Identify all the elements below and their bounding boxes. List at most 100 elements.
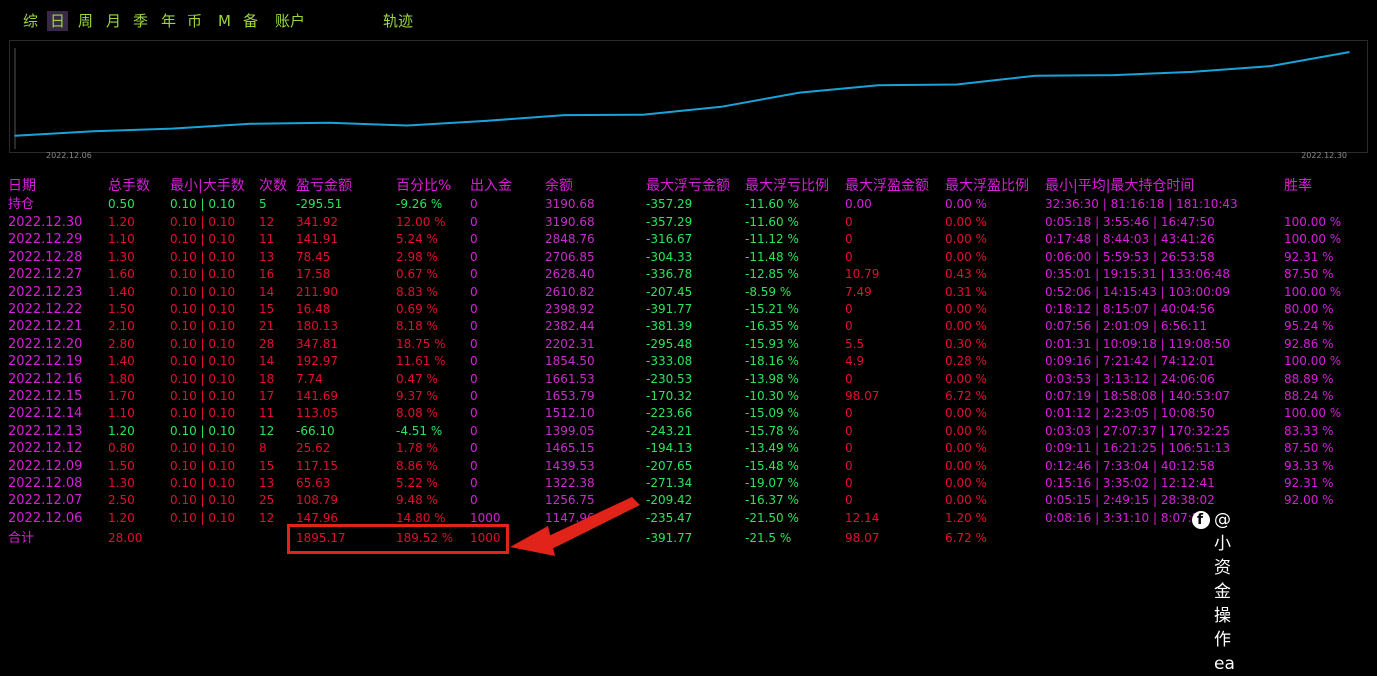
table-row-pnl: 211.90 xyxy=(296,284,338,299)
col-max-loss-header[interactable]: 最大浮亏金额 xyxy=(646,177,730,195)
table-row-total-lots: 1.20 xyxy=(108,423,135,438)
table-row-count: 15 xyxy=(259,302,275,316)
table-row-max-loss-pct: -8.59 % xyxy=(745,284,792,299)
table-row-min-max-lots: 0.10 | 0.10 xyxy=(170,302,236,316)
col-win-rate-header[interactable]: 胜率 xyxy=(1284,177,1312,195)
col-min-max-lots-header[interactable]: 最小|大手数 xyxy=(170,177,245,195)
col-total-lots-header[interactable]: 总手数 xyxy=(108,177,150,195)
col-balance-header[interactable]: 余额 xyxy=(545,177,573,195)
col-max-loss-pct-header[interactable]: 最大浮亏比例 xyxy=(745,177,829,195)
table-row-min-max-lots: 0.10 | 0.10 xyxy=(170,476,236,490)
col-hold-time-header[interactable]: 最小|平均|最大持仓时间 xyxy=(1045,177,1194,195)
col-max-profit-header[interactable]: 最大浮盈金额 xyxy=(845,177,929,195)
table-row-max-loss-pct: -12.85 % xyxy=(745,267,799,282)
table-row-total-lots: 1.40 xyxy=(108,354,135,369)
table-row-min-max-lots: 0.10 | 0.10 xyxy=(170,510,236,525)
table-row-count: 28 xyxy=(259,336,275,351)
table-row-balance: 1512.10 xyxy=(545,406,595,421)
table-row-max-profit: 0 xyxy=(845,319,853,334)
holding-row-count: 5 xyxy=(259,197,267,211)
table-row-max-profit: 12.14 xyxy=(845,510,880,525)
table-row-hold-time: 0:07:19 | 18:58:08 | 140:53:07 xyxy=(1045,389,1231,403)
table-row-hold-time: 0:03:03 | 27:07:37 | 170:32:25 xyxy=(1045,423,1231,438)
table-row-max-profit: 5.5 xyxy=(845,336,865,351)
table-row-balance: 2848.76 xyxy=(545,232,595,247)
table-row-total-lots: 2.80 xyxy=(108,336,135,351)
table-row-max-loss-pct: -11.48 % xyxy=(745,249,799,264)
col-pnl-header[interactable]: 盈亏金额 xyxy=(296,177,352,195)
table-row-count: 11 xyxy=(259,406,275,421)
table-row-hold-time: 0:35:01 | 19:15:31 | 133:06:48 xyxy=(1045,267,1231,282)
table-row-pct: 18.75 % xyxy=(396,336,446,351)
table-row-balance: 1399.05 xyxy=(545,423,595,438)
table-row-hold-time: 0:05:15 | 2:49:15 | 28:38:02 xyxy=(1045,493,1215,508)
table-row-pnl: 65.63 xyxy=(296,476,331,490)
table-row-win-rate: 80.00 % xyxy=(1284,302,1334,316)
table-row-max-profit-pct: 0.00 % xyxy=(945,441,987,456)
table-row-pnl: -66.10 xyxy=(296,423,335,438)
table-row-max-profit-pct: 0.00 % xyxy=(945,215,987,229)
table-row-max-loss: -391.77 xyxy=(646,302,693,316)
table-row-date: 2022.12.14 xyxy=(8,406,83,422)
table-row-pnl: 180.13 xyxy=(296,319,338,334)
col-flow-header[interactable]: 出入金 xyxy=(470,177,512,195)
table-row-max-profit-pct: 0.28 % xyxy=(945,354,987,369)
table-row-date: 2022.12.15 xyxy=(8,389,83,404)
table-row-max-loss-pct: -13.98 % xyxy=(745,371,799,386)
table-row-pct: 5.24 % xyxy=(396,232,438,247)
table-row-total-lots: 1.30 xyxy=(108,249,135,264)
table-row-pct: 9.48 % xyxy=(396,493,438,508)
table-row-pct: 12.00 % xyxy=(396,215,446,229)
table-row-count: 14 xyxy=(259,284,275,299)
table-row-min-max-lots: 0.10 | 0.10 xyxy=(170,458,236,473)
table-row-balance: 2628.40 xyxy=(545,267,595,282)
holding-row-pct: -9.26 % xyxy=(396,197,443,211)
table-row-date: 2022.12.29 xyxy=(8,232,83,248)
col-date-header[interactable]: 日期 xyxy=(8,177,36,195)
table-row-win-rate: 83.33 % xyxy=(1284,423,1334,438)
table-row-balance: 1322.38 xyxy=(545,476,595,490)
table-row-max-profit: 0 xyxy=(845,493,853,508)
table-row-total-lots: 1.60 xyxy=(108,267,135,282)
table-row-max-loss-pct: -15.48 % xyxy=(745,458,799,473)
table-row-count: 21 xyxy=(259,319,275,334)
table-row-count: 16 xyxy=(259,267,275,282)
table-row-date: 2022.12.30 xyxy=(8,215,83,230)
table-row-pct: -4.51 % xyxy=(396,423,443,438)
col-pct-header[interactable]: 百分比% xyxy=(396,177,451,195)
table-row-flow: 0 xyxy=(470,302,478,316)
holding-row-date: 持仓 xyxy=(8,197,35,212)
table-row-hold-time: 0:01:12 | 2:23:05 | 10:08:50 xyxy=(1045,406,1215,421)
table-row-total-lots: 1.40 xyxy=(108,284,135,299)
table-row-total-lots: 2.50 xyxy=(108,493,135,508)
table-row-win-rate: 100.00 % xyxy=(1284,284,1342,299)
table-row-date: 2022.12.19 xyxy=(8,354,83,370)
holding-row-balance: 3190.68 xyxy=(545,197,595,211)
table-row-pnl: 108.79 xyxy=(296,493,338,508)
table-row-flow: 0 xyxy=(470,406,478,421)
col-count-header[interactable]: 次数 xyxy=(259,177,287,195)
table-row-date: 2022.12.08 xyxy=(8,476,83,491)
table-row-flow: 0 xyxy=(470,389,478,403)
table-row-hold-time: 0:08:16 | 3:31:10 | 8:07:28 xyxy=(1045,510,1208,525)
table-row-pct: 1.78 % xyxy=(396,441,438,456)
table-row-max-loss: -381.39 xyxy=(646,319,693,334)
table-row-win-rate: 92.00 % xyxy=(1284,493,1334,508)
table-row-total-lots: 1.20 xyxy=(108,215,135,229)
table-row-count: 12 xyxy=(259,423,275,438)
table-row-date: 2022.12.07 xyxy=(8,493,83,509)
table-row-count: 18 xyxy=(259,371,275,386)
holding-row-pnl: -295.51 xyxy=(296,197,343,211)
holding-row-min-max-lots: 0.10 | 0.10 xyxy=(170,197,236,211)
table-row-pct: 2.98 % xyxy=(396,249,438,264)
holding-row-hold-time: 32:36:30 | 81:16:18 | 181:10:43 xyxy=(1045,197,1238,211)
table-row-flow: 0 xyxy=(470,371,478,386)
table-row-max-profit: 98.07 xyxy=(845,389,880,403)
table-row-count: 17 xyxy=(259,389,275,403)
col-max-profit-pct-header[interactable]: 最大浮盈比例 xyxy=(945,177,1029,195)
table-row-flow: 0 xyxy=(470,458,478,473)
table-row-max-loss: -209.42 xyxy=(646,493,693,508)
table-row-max-profit-pct: 6.72 % xyxy=(945,389,987,403)
table-row-total-lots: 2.10 xyxy=(108,319,135,334)
table-row-min-max-lots: 0.10 | 0.10 xyxy=(170,441,236,456)
